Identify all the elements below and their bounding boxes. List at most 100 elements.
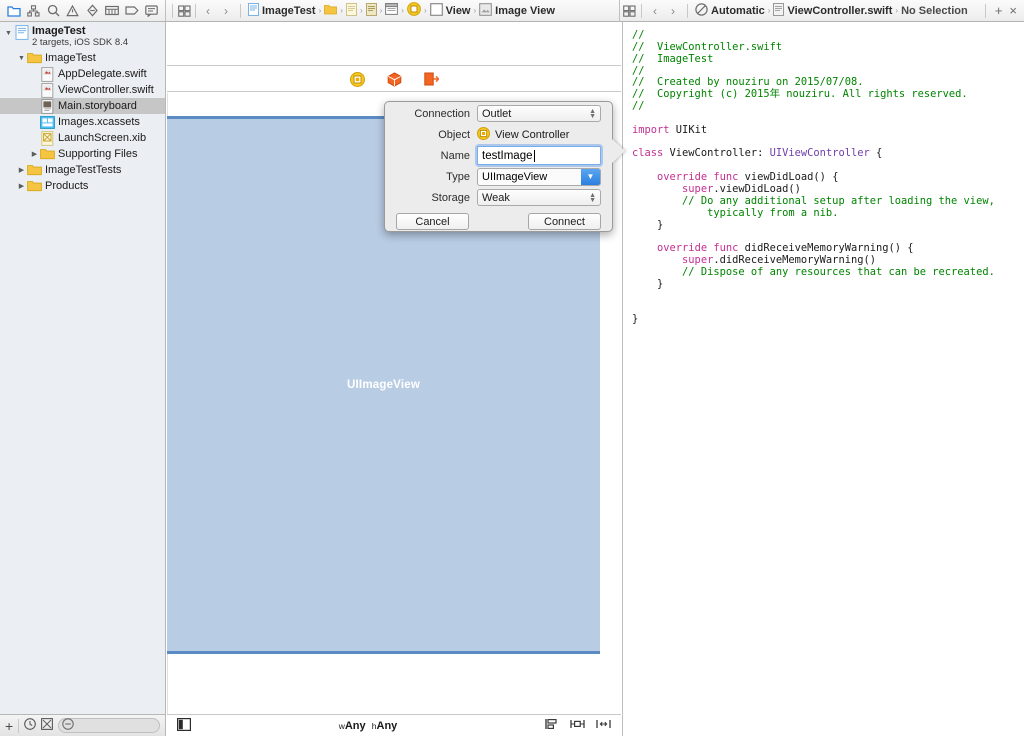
filter-source-icon[interactable]: [41, 718, 54, 733]
code-line: }: [632, 218, 1024, 232]
canvas-top-strip: [167, 22, 621, 66]
navigator-row-label: ViewController.swift: [58, 84, 154, 96]
clock-icon[interactable]: [24, 718, 37, 733]
right-nav-forward-button[interactable]: ›: [664, 3, 682, 19]
right-nav-back-button[interactable]: ‹: [646, 3, 664, 19]
filter-input[interactable]: [58, 718, 160, 733]
connection-select[interactable]: Outlet ▲ ▼: [477, 105, 601, 122]
chevron-down-icon[interactable]: ▼: [581, 168, 600, 185]
breadcrumb-item-automatic[interactable]: Automatic: [693, 2, 767, 20]
connection-popover: Connection Outlet ▲ ▼ Object View Control…: [384, 101, 613, 232]
type-row: Type UIImageView ▼: [385, 167, 612, 186]
project-navigator-tab[interactable]: [6, 4, 21, 18]
size-class-indicator[interactable]: wAny hAny: [339, 720, 398, 732]
object-row: Object View Controller: [385, 125, 612, 144]
exit-dock-icon[interactable]: [423, 71, 439, 87]
navigator-row-label: Images.xcassets: [58, 116, 140, 128]
type-combobox[interactable]: UIImageView ▼: [477, 167, 601, 186]
storage-select[interactable]: Weak ▲ ▼: [477, 189, 601, 206]
code-token: // Copyright (c) 2015年 nouziru. All righ…: [632, 88, 968, 101]
disclosure-triangle[interactable]: ▶: [29, 146, 40, 162]
folder-icon: [40, 147, 55, 162]
code-token: didReceiveMemoryWarning() {: [738, 242, 914, 255]
source-editor[interactable]: //// ViewController.swift// ImageTest///…: [622, 22, 1024, 714]
document-icon: [365, 2, 377, 19]
swift-file-icon: [773, 2, 785, 19]
xib-file-icon: [40, 130, 55, 146]
breadcrumb-item-document[interactable]: [364, 2, 379, 20]
nav-forward-button[interactable]: ›: [217, 3, 235, 19]
symbol-navigator-tab[interactable]: [26, 4, 41, 18]
cancel-button[interactable]: Cancel: [396, 213, 469, 230]
connect-button[interactable]: Connect: [528, 213, 601, 230]
breadcrumb-separator: ›: [767, 6, 771, 15]
add-file-button[interactable]: +: [5, 718, 13, 734]
navigator-row-supporting-files[interactable]: ▶ Supporting Files: [0, 146, 165, 162]
xcassets-icon: [40, 115, 55, 130]
navigator-row-launchscreen-xib[interactable]: LaunchScreen.xib: [0, 130, 165, 146]
code-token: // Created by nouziru on 2015/07/08.: [632, 76, 864, 89]
code-line: // ImageTest: [632, 52, 1024, 66]
breadcrumb-item-viewcontroller-swift[interactable]: ViewController.swift: [771, 2, 894, 20]
first-responder-dock-icon[interactable]: [386, 71, 402, 87]
navigator-row-imagetest[interactable]: ▼ ImageTest: [0, 50, 165, 66]
breadcrumb-item-file[interactable]: [344, 2, 359, 20]
disclosure-triangle[interactable]: ▶: [16, 178, 27, 194]
pin-icon[interactable]: [570, 718, 585, 733]
issue-navigator-tab[interactable]: [65, 4, 80, 18]
name-input[interactable]: testImage: [477, 146, 601, 165]
add-editor-button[interactable]: +: [995, 3, 1003, 18]
right-editor-breadcrumb: ‹ › Automatic › ViewController.swift › N…: [620, 0, 1024, 21]
navigator-row-appdelegate-swift[interactable]: AppDelegate.swift: [0, 66, 165, 82]
breakpoint-navigator-tab[interactable]: [124, 4, 139, 18]
resolve-issues-icon[interactable]: [596, 718, 611, 733]
breadcrumb-item-folder[interactable]: [322, 2, 339, 20]
forward-arrow-icon: ›: [671, 3, 675, 18]
debug-navigator-tab[interactable]: [104, 4, 119, 18]
disclosure-triangle[interactable]: ▼: [3, 25, 14, 41]
breadcrumb-label: Image View: [495, 4, 555, 17]
report-navigator-tab[interactable]: [144, 4, 159, 18]
align-icon[interactable]: [545, 718, 559, 733]
object-value: View Controller: [495, 128, 570, 141]
related-items-icon[interactable]: [622, 4, 637, 18]
layout-buttons: [545, 718, 611, 733]
breadcrumb-item-view[interactable]: View: [428, 2, 473, 20]
breadcrumb-item-storyboard[interactable]: [383, 2, 400, 20]
code-token: // ImageTest: [632, 52, 714, 65]
code-token: ViewController:: [663, 147, 770, 160]
navigator-row-viewcontroller-swift[interactable]: ViewController.swift: [0, 82, 165, 98]
disclosure-triangle[interactable]: ▼: [16, 50, 27, 66]
disclosure-triangle[interactable]: ▶: [16, 162, 27, 178]
code-line: class ViewController: UIViewController {: [632, 148, 1024, 160]
breadcrumb-item-no-selection[interactable]: No Selection: [899, 2, 970, 20]
connection-value: Outlet: [482, 107, 512, 120]
breadcrumb-item-image-view[interactable]: Image View: [477, 2, 557, 20]
breadcrumb-item-view-controller[interactable]: [405, 2, 423, 20]
breadcrumb-separator: ›: [473, 6, 477, 15]
editor-bottom-bar: [622, 714, 1024, 736]
close-editor-button[interactable]: ×: [1009, 3, 1017, 18]
image-view-placeholder-label: UIImageView: [347, 379, 420, 391]
document-outline-icon[interactable]: [177, 717, 192, 734]
assistant-editor-icon[interactable]: [177, 4, 192, 18]
navigator-row-products[interactable]: ▶ Products: [0, 178, 165, 194]
navigator-row-imagetest[interactable]: ▼ ImageTest 2 targets, iOS SDK 8.4: [0, 24, 165, 50]
breadcrumb-item-project[interactable]: ImageTest: [246, 2, 318, 20]
test-navigator-tab[interactable]: [85, 4, 100, 18]
nav-back-button[interactable]: ‹: [199, 3, 217, 19]
navigator-row-images-xcassets[interactable]: Images.xcassets: [0, 114, 165, 130]
swift-file-icon: [40, 66, 55, 82]
code-token: }: [632, 218, 664, 231]
navigator-row-imagetesttests[interactable]: ▶ ImageTestTests: [0, 162, 165, 178]
navigator-row-label: AppDelegate.swift: [58, 68, 147, 80]
breadcrumb-label: No Selection: [901, 4, 968, 17]
find-navigator-tab[interactable]: [46, 4, 61, 18]
view-controller-dock-icon[interactable]: [349, 71, 365, 87]
navigator-row-main-storyboard[interactable]: Main.storyboard: [0, 98, 165, 114]
